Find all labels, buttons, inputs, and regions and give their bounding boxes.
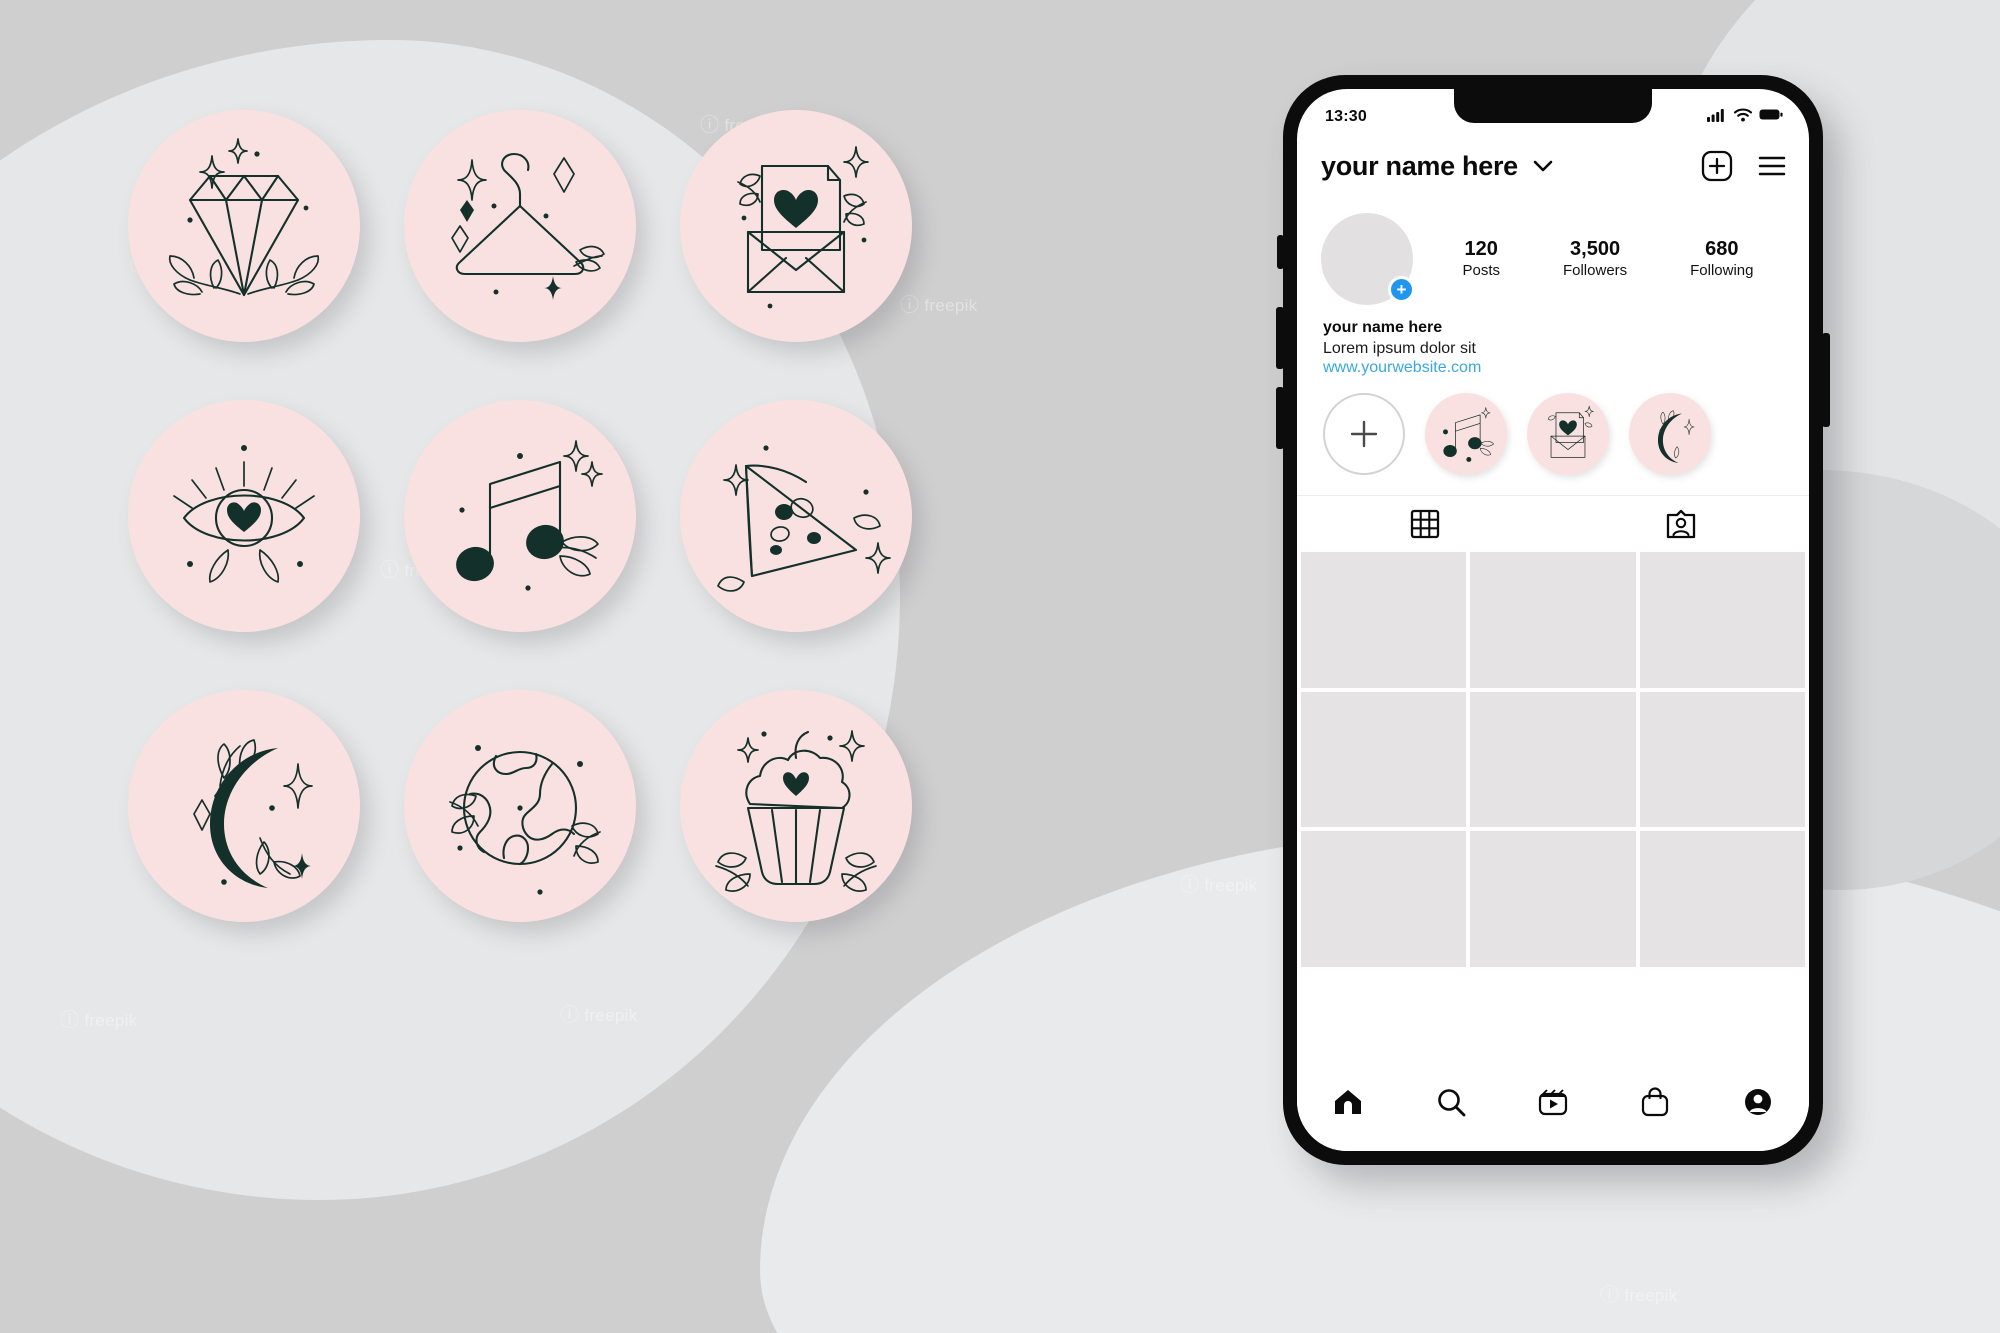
music-note-highlight[interactable] xyxy=(1425,393,1507,475)
watermark-mark: ⓘ xyxy=(1180,875,1200,896)
stat-posts[interactable]: 120 Posts xyxy=(1462,237,1500,281)
stat-following-value: 680 xyxy=(1705,237,1739,260)
diamond-highlight-icon[interactable] xyxy=(128,110,360,342)
post-thumbnail[interactable] xyxy=(1639,831,1805,967)
phone-power-button[interactable] xyxy=(1822,333,1830,427)
watermark-text: freepik xyxy=(924,296,978,315)
phone-mockup: 13:30 your name here + 120 Posts 3,500 F… xyxy=(1276,75,1830,1165)
post-thumbnail[interactable] xyxy=(1301,691,1467,828)
moon-highlight-icon[interactable] xyxy=(128,690,360,922)
post-thumbnail[interactable] xyxy=(1470,552,1636,688)
stat-followers[interactable]: 3,500 Followers xyxy=(1563,237,1627,281)
eye-highlight-icon[interactable] xyxy=(128,400,360,632)
envelope-highlight[interactable] xyxy=(1527,393,1609,475)
profile-stats: 120 Posts 3,500 Followers 680 Following xyxy=(1413,237,1785,281)
new-highlight-button[interactable] xyxy=(1323,393,1405,475)
bio-website-link[interactable]: www.yourwebsite.com xyxy=(1323,359,1785,377)
watermark-mark: ⓘ xyxy=(1600,1285,1620,1306)
reels-icon[interactable] xyxy=(1529,1081,1577,1123)
stat-posts-label: Posts xyxy=(1462,261,1500,279)
avatar[interactable]: + xyxy=(1321,213,1415,305)
watermark-text: freepik xyxy=(1204,876,1258,895)
profile-summary-row: + 120 Posts 3,500 Followers 680 Followin… xyxy=(1297,197,1809,305)
moon-highlight[interactable] xyxy=(1629,393,1711,475)
signal-icon xyxy=(1707,108,1727,127)
envelope-highlight-icon[interactable] xyxy=(680,110,912,342)
post-thumbnail[interactable] xyxy=(1470,691,1636,828)
tab-grid[interactable] xyxy=(1297,496,1553,552)
home-icon[interactable] xyxy=(1324,1081,1372,1123)
profile-icon[interactable] xyxy=(1734,1081,1782,1123)
wifi-icon xyxy=(1733,108,1753,127)
post-thumbnail[interactable] xyxy=(1301,552,1467,688)
phone-screen: 13:30 your name here + 120 Posts 3,500 F… xyxy=(1297,89,1809,1151)
profile-bio: your name here Lorem ipsum dolor sit www… xyxy=(1297,305,1809,377)
story-highlights-strip xyxy=(1297,377,1809,475)
chevron-down-icon[interactable] xyxy=(1532,159,1554,173)
stat-posts-value: 120 xyxy=(1464,237,1498,260)
stat-followers-value: 3,500 xyxy=(1570,237,1621,260)
search-icon[interactable] xyxy=(1427,1081,1475,1123)
shop-bag-icon[interactable] xyxy=(1631,1081,1679,1123)
post-thumbnail[interactable] xyxy=(1470,831,1636,967)
watermark-text: freepik xyxy=(1624,1286,1678,1305)
phone-volume-down-button[interactable] xyxy=(1276,387,1284,449)
watermark-text: freepik xyxy=(584,1006,638,1025)
post-grid xyxy=(1297,552,1809,1065)
account-switcher-username[interactable]: your name here xyxy=(1321,151,1518,182)
watermark-mark: ⓘ xyxy=(60,1010,80,1031)
post-thumbnail[interactable] xyxy=(1639,691,1805,828)
avatar-add-story-button[interactable]: + xyxy=(1388,276,1415,303)
profile-tabs xyxy=(1297,495,1809,552)
canvas: ⓘ freepik ⓘ freepik ⓘ freepik ⓘ freepik … xyxy=(0,0,2000,1333)
music-note-highlight-icon[interactable] xyxy=(404,400,636,632)
highlight-icon-grid xyxy=(128,110,912,950)
hanger-highlight-icon[interactable] xyxy=(404,110,636,342)
add-post-icon[interactable] xyxy=(1701,150,1733,182)
stat-following[interactable]: 680 Following xyxy=(1690,237,1753,281)
status-clock: 13:30 xyxy=(1325,108,1367,125)
watermark-mark: ⓘ xyxy=(560,1005,580,1026)
post-thumbnail[interactable] xyxy=(1639,552,1805,688)
watermark-text: freepik xyxy=(84,1011,138,1030)
stat-following-label: Following xyxy=(1690,261,1754,279)
profile-app-bar: your name here xyxy=(1297,135,1809,197)
pizza-highlight-icon[interactable] xyxy=(680,400,912,632)
stat-followers-label: Followers xyxy=(1562,261,1628,279)
battery-icon xyxy=(1759,108,1783,126)
globe-highlight-icon[interactable] xyxy=(404,690,636,922)
hamburger-menu-icon[interactable] xyxy=(1757,154,1787,178)
tab-tagged[interactable] xyxy=(1553,496,1809,552)
phone-mute-switch[interactable] xyxy=(1277,235,1284,269)
cupcake-highlight-icon[interactable] xyxy=(680,690,912,922)
bio-description: Lorem ipsum dolor sit xyxy=(1323,340,1476,357)
bottom-navigation-bar xyxy=(1297,1065,1809,1151)
phone-volume-up-button[interactable] xyxy=(1276,307,1284,369)
bio-display-name: your name here xyxy=(1323,319,1443,336)
post-thumbnail[interactable] xyxy=(1301,831,1467,967)
phone-notch xyxy=(1454,89,1652,123)
